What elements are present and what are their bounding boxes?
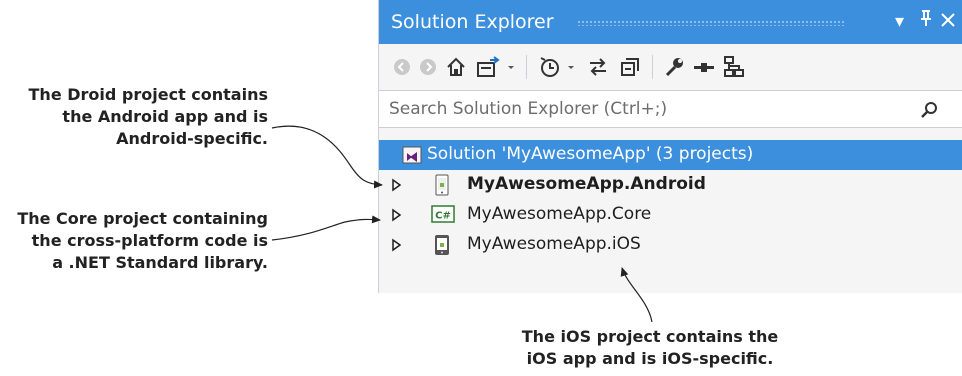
ios-leader-line	[620, 267, 653, 323]
droid-leader-line	[271, 125, 383, 189]
annotation-leader-lines	[271, 125, 653, 323]
core-leader-line	[271, 215, 381, 241]
